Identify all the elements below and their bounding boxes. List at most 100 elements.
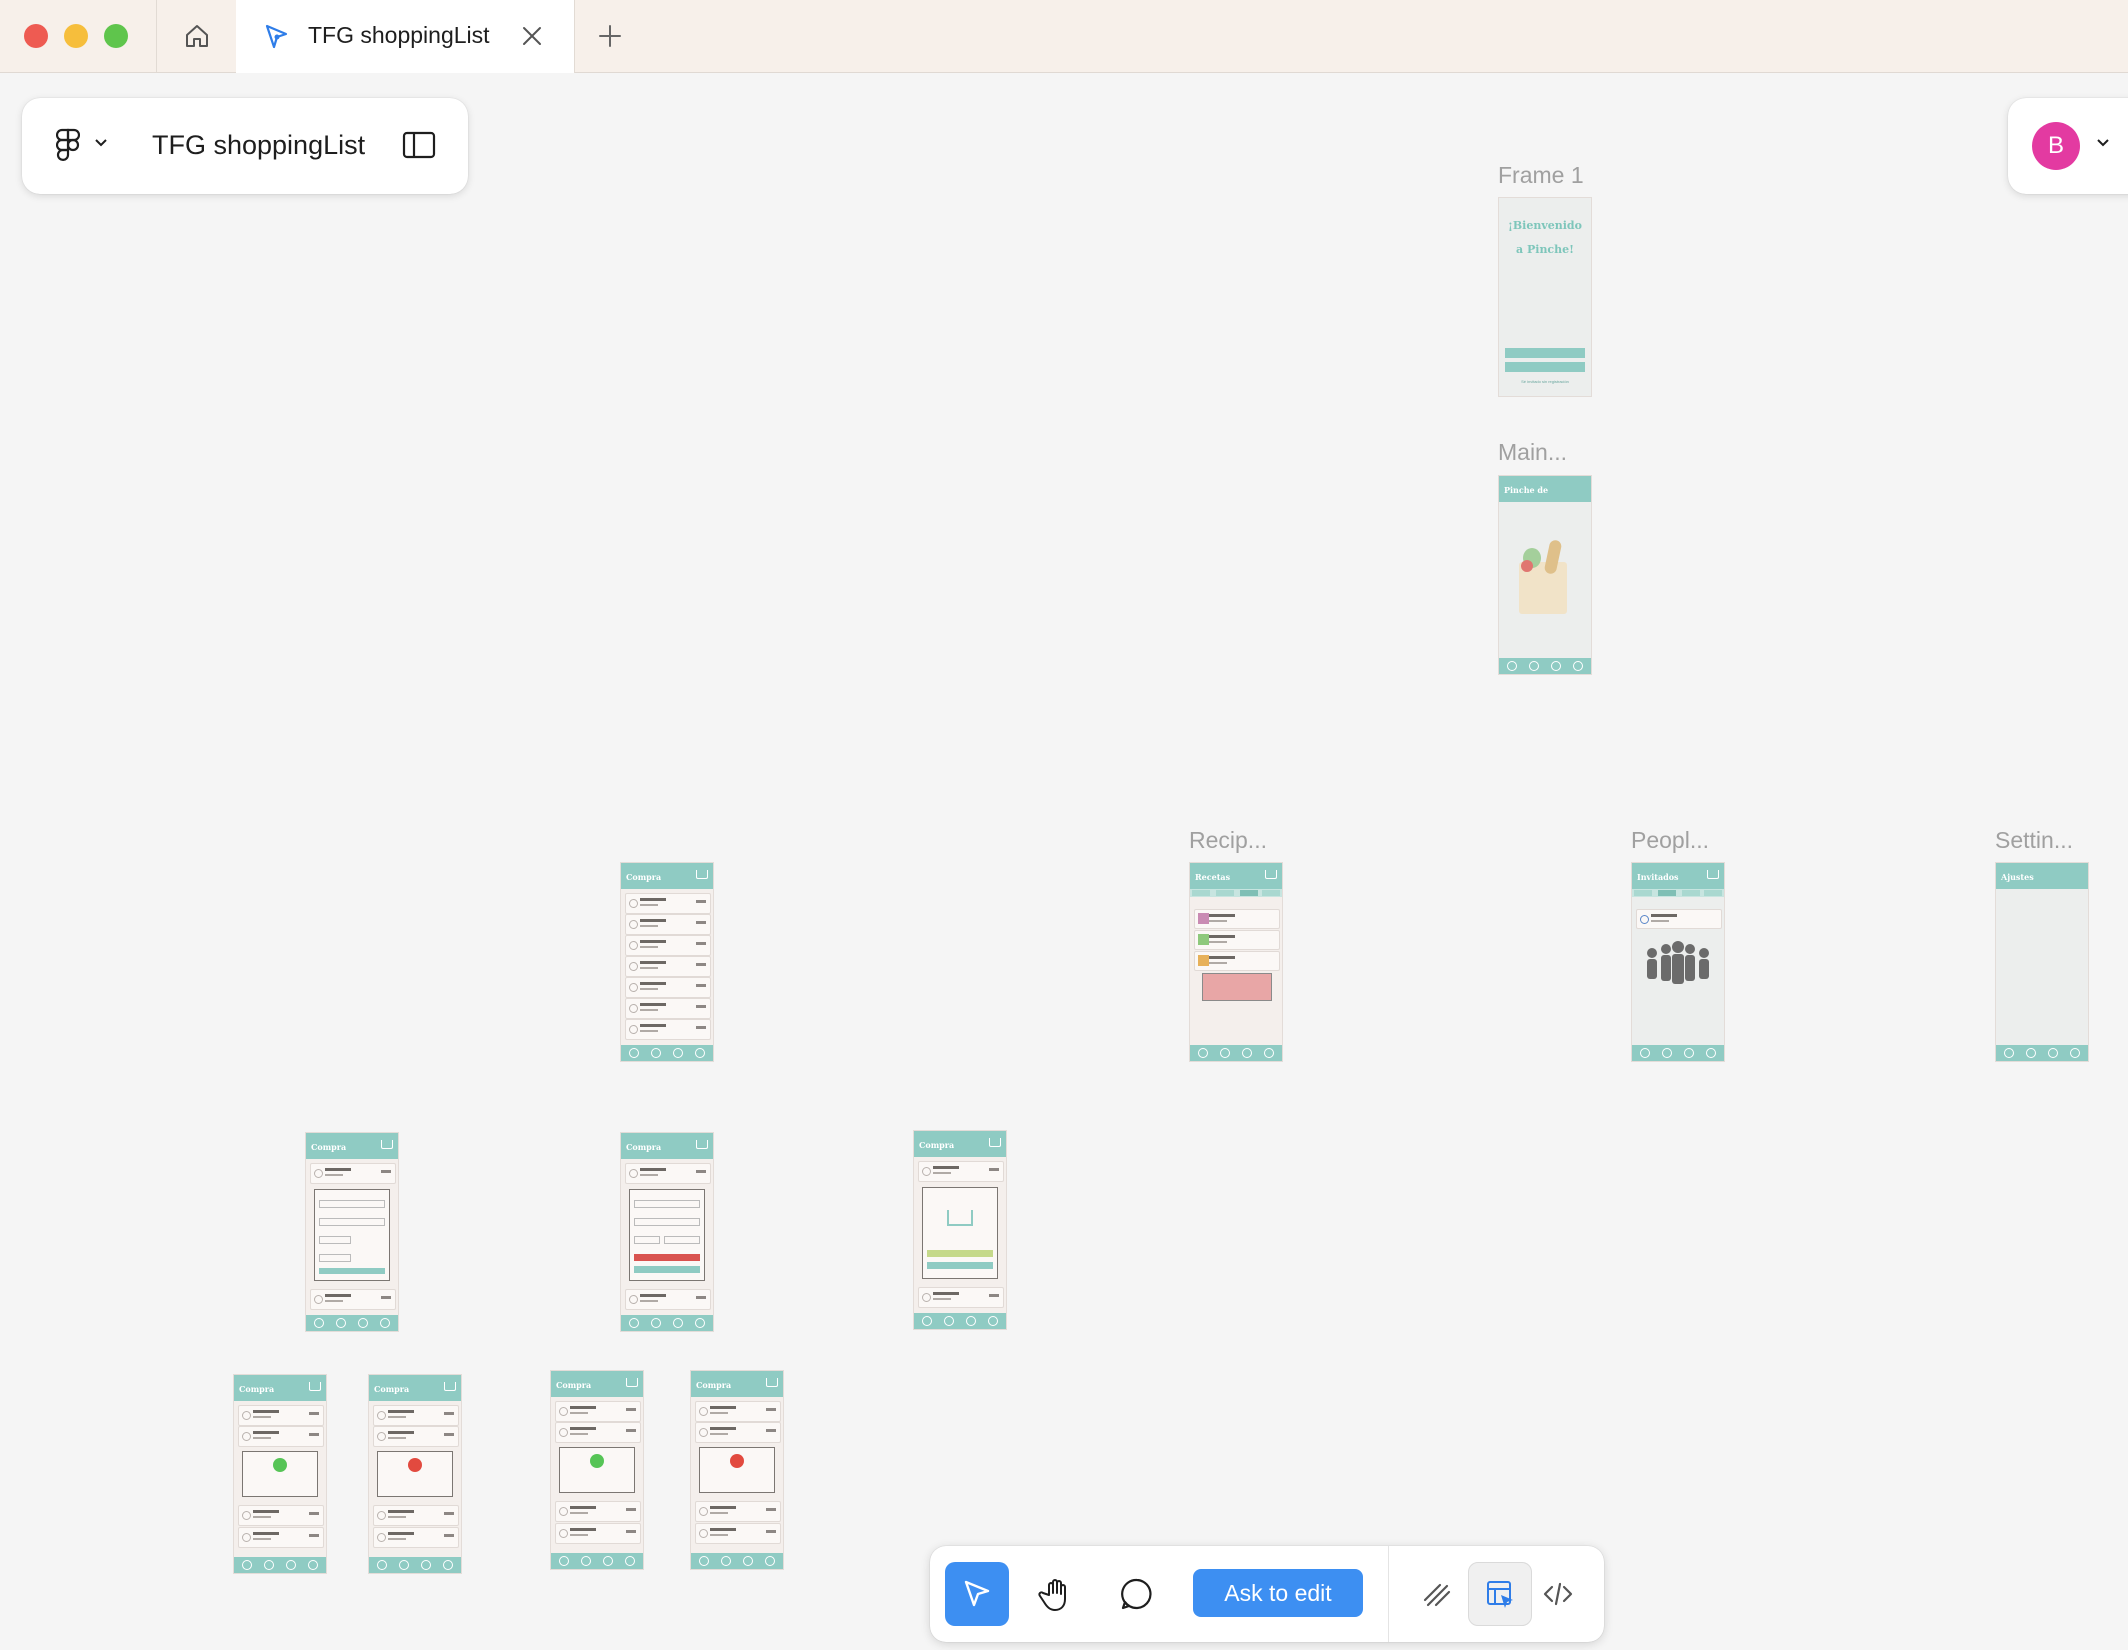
toolbar-divider: [1388, 1546, 1389, 1642]
frame-header-title: Compra: [626, 872, 662, 882]
frame-header: Pinche de: [1499, 476, 1591, 502]
frame-main[interactable]: Pinche de: [1498, 475, 1592, 675]
code-button[interactable]: [1526, 1562, 1590, 1626]
close-icon[interactable]: [520, 24, 544, 48]
frame-label-people[interactable]: Peopl...: [1631, 827, 1709, 854]
cart-icon: [626, 1378, 638, 1387]
frame-people[interactable]: Invitados: [1631, 862, 1725, 1062]
ask-to-edit-button[interactable]: Ask to edit: [1193, 1569, 1363, 1617]
frame-label-main[interactable]: Main...: [1498, 439, 1567, 466]
list-item: [625, 914, 711, 935]
list-item: [625, 1019, 711, 1040]
frame-header: Compra: [234, 1375, 326, 1401]
success-toast: [242, 1451, 318, 1497]
frame-header: Compra: [691, 1371, 783, 1397]
welcome-button-1: [1505, 348, 1585, 358]
frame-label-settings[interactable]: Settin...: [1995, 827, 2073, 854]
bottom-nav: [1499, 658, 1591, 674]
hand-tool-button[interactable]: [1025, 1562, 1089, 1626]
figma-file-icon: [265, 24, 288, 49]
draw-tool-button[interactable]: [1406, 1562, 1470, 1626]
bottom-nav: [551, 1553, 643, 1569]
list-item: [310, 1289, 396, 1310]
list-item: [625, 1289, 711, 1310]
list-item: [555, 1401, 641, 1422]
frame-header: Compra: [621, 863, 713, 889]
frame-list-complete[interactable]: Compra: [913, 1130, 1007, 1330]
bottom-nav: [234, 1557, 326, 1573]
bottom-nav: [621, 1045, 713, 1061]
list-item: [1194, 909, 1280, 929]
bottom-nav: [306, 1315, 398, 1331]
comment-icon: [1121, 1578, 1152, 1610]
list-item: [625, 977, 711, 998]
error-toast: [699, 1447, 775, 1493]
cart-icon: [696, 1140, 708, 1149]
frame-label-frame1[interactable]: Frame 1: [1498, 162, 1584, 189]
welcome-button-2: [1505, 362, 1585, 372]
close-window-button[interactable]: [24, 24, 48, 48]
check-icon: [590, 1454, 604, 1468]
frame-label-recipes[interactable]: Recip...: [1189, 827, 1267, 854]
welcome-text: ¡Bienvenido a Pinche!: [1508, 219, 1582, 256]
frame-item-update-error[interactable]: Compra: [690, 1370, 784, 1570]
plus-icon[interactable]: [596, 22, 624, 50]
move-icon: [964, 1580, 990, 1607]
comment-tool-button[interactable]: [1105, 1562, 1169, 1626]
dev-mode-button[interactable]: [1468, 1562, 1532, 1626]
list-item: [373, 1405, 459, 1426]
tabs-strip: [1632, 889, 1724, 897]
list-item: [695, 1523, 781, 1544]
grocery-bag-image: [1515, 539, 1569, 614]
list-item: [373, 1426, 459, 1447]
bottom-nav: [1632, 1045, 1724, 1061]
list-item: [1194, 951, 1280, 971]
frame-shopping-list[interactable]: Compra: [620, 862, 714, 1062]
frame-header: Compra: [621, 1133, 713, 1159]
frame-settings[interactable]: Ajustes: [1995, 862, 2089, 1062]
frame-add-item[interactable]: Compra: [305, 1132, 399, 1332]
frame-header: Invitados: [1632, 863, 1724, 889]
frame-header-title: Ajustes: [2001, 872, 2034, 882]
list-item: [695, 1401, 781, 1422]
title-bar: TFG shoppingList: [0, 0, 2128, 73]
home-tab[interactable]: [156, 0, 238, 72]
frame-item-updated[interactable]: Compra: [550, 1370, 644, 1570]
list-item: [625, 935, 711, 956]
dev-mode-icon: [1487, 1581, 1513, 1608]
draw-icon: [1423, 1583, 1451, 1607]
recipe-card-image: [1202, 973, 1272, 1001]
frame-header: Recetas: [1190, 863, 1282, 889]
complete-modal: [922, 1187, 998, 1279]
bottom-nav: [621, 1315, 713, 1331]
error-icon: [730, 1454, 744, 1468]
add-item-modal: [314, 1189, 390, 1281]
error-icon: [408, 1458, 422, 1472]
frame-item-add-error[interactable]: Compra: [368, 1374, 462, 1574]
frame-welcome[interactable]: ¡Bienvenido a Pinche! Sé invitado sin re…: [1498, 197, 1592, 397]
bottom-nav: [369, 1557, 461, 1573]
cart-icon: [696, 870, 708, 879]
tab-tfg-shoppinglist[interactable]: TFG shoppingList: [236, 0, 575, 73]
frame-header-title: Recetas: [1195, 872, 1231, 882]
list-item: [238, 1426, 324, 1447]
list-item: [555, 1501, 641, 1522]
list-item: [373, 1505, 459, 1526]
frame-item-added[interactable]: Compra: [233, 1374, 327, 1574]
minimize-window-button[interactable]: [64, 24, 88, 48]
frame-header-title: Compra: [374, 1384, 410, 1394]
bottom-nav: [1996, 1045, 2088, 1061]
frame-header-title: Compra: [696, 1380, 732, 1390]
check-icon: [273, 1458, 287, 1472]
move-tool-button[interactable]: [945, 1562, 1009, 1626]
frame-header-title: Pinche de: [1504, 485, 1549, 495]
error-toast: [377, 1451, 453, 1497]
frame-recipes[interactable]: Recetas: [1189, 862, 1283, 1062]
list-item: [918, 1161, 1004, 1182]
zoom-window-button[interactable]: [104, 24, 128, 48]
frame-edit-item[interactable]: Compra: [620, 1132, 714, 1332]
bottom-nav: [914, 1313, 1006, 1329]
cart-icon: [766, 1378, 778, 1387]
frame-header: Compra: [551, 1371, 643, 1397]
bottom-nav: [691, 1553, 783, 1569]
